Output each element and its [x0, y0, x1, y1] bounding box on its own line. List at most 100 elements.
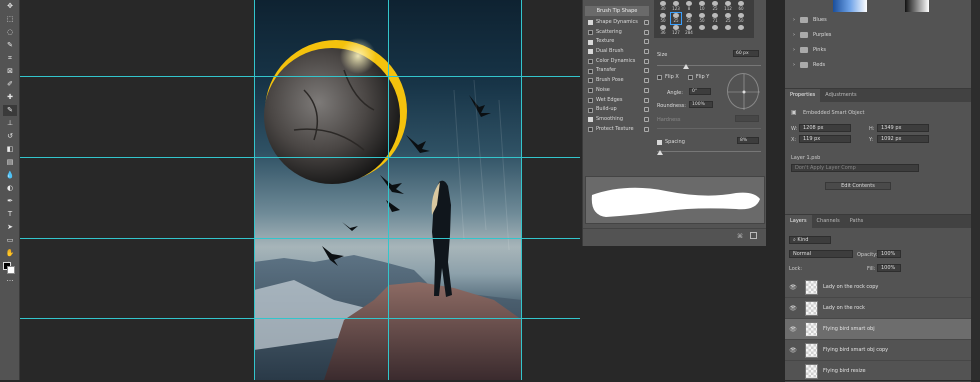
spacing-slider-thumb[interactable]: [657, 150, 663, 155]
swatch-group[interactable]: › Blues: [793, 17, 827, 23]
brush-option-item[interactable]: Shape Dynamics: [585, 18, 649, 28]
brush-tip-preset[interactable]: 284: [684, 25, 694, 36]
size-slider[interactable]: [657, 65, 761, 66]
swatch-group[interactable]: › Pinks: [793, 47, 826, 53]
spacing-field[interactable]: 8%: [737, 137, 759, 144]
roundness-field[interactable]: 100%: [689, 101, 713, 108]
spacing-slider[interactable]: [657, 151, 761, 152]
gradient-icon[interactable]: ▤: [3, 157, 17, 168]
edit-contents-button[interactable]: Edit Contents: [825, 182, 891, 190]
brush-option-item[interactable]: Build-up: [585, 105, 649, 115]
tab-layers[interactable]: Layers: [785, 215, 812, 228]
size-slider-thumb[interactable]: [683, 64, 689, 69]
guide-horizontal[interactable]: [20, 318, 580, 319]
brush-option-item[interactable]: Transfer: [585, 66, 649, 76]
brush-tip-preset[interactable]: [736, 25, 746, 36]
lock-icon[interactable]: [644, 107, 649, 113]
path-select-icon[interactable]: ➤: [3, 222, 17, 233]
brush-option-item[interactable]: Smoothing: [585, 115, 649, 125]
stamp-icon[interactable]: ⊥: [3, 118, 17, 129]
spot-heal-icon[interactable]: ✚: [3, 92, 17, 103]
lock-icon[interactable]: [644, 126, 649, 132]
layer-name[interactable]: Lady on the rock copy: [823, 284, 878, 290]
brush-tip-preset[interactable]: 8: [684, 1, 694, 12]
new-preset-icon[interactable]: [750, 232, 757, 239]
move-icon[interactable]: ✥: [3, 1, 17, 12]
lock-icon[interactable]: [644, 20, 649, 25]
eraser-icon[interactable]: ◧: [3, 144, 17, 155]
brush-tip-preset[interactable]: 50: [697, 13, 707, 24]
dodge-icon[interactable]: ◐: [3, 183, 17, 194]
brush-tip-preset[interactable]: 25: [710, 1, 720, 12]
brush-tip-preset[interactable]: 25: [684, 13, 694, 24]
brush-option-checkbox[interactable]: [588, 88, 593, 94]
lasso-icon[interactable]: ◌: [3, 27, 17, 38]
lock-icon[interactable]: [644, 97, 649, 103]
brush-icon[interactable]: ✎: [3, 105, 17, 116]
toggle-preview-icon[interactable]: ⌘: [737, 233, 743, 240]
layer-name[interactable]: Lady on the rock: [823, 305, 865, 311]
lock-icon[interactable]: [644, 49, 649, 55]
width-field[interactable]: 1208 px: [799, 124, 851, 132]
brush-option-item[interactable]: Color Dynamics: [585, 57, 649, 67]
pen-icon[interactable]: ✒: [3, 196, 17, 207]
lock-icon[interactable]: [644, 68, 649, 74]
brush-tip-grid[interactable]: 30 123 8 10 25 112 60 50 25 25 50 71 25 50 36 127 284: [654, 0, 754, 38]
tab-properties[interactable]: Properties: [785, 89, 821, 102]
eyedropper-icon[interactable]: ✐: [3, 79, 17, 90]
brush-option-checkbox[interactable]: [588, 59, 593, 65]
brush-tip-preset[interactable]: 25: [723, 13, 733, 24]
lock-icon[interactable]: [644, 58, 649, 64]
brush-option-checkbox[interactable]: [588, 126, 593, 132]
layer-row[interactable]: 👁 Lady on the rock copy: [785, 277, 971, 298]
lock-icon[interactable]: [644, 39, 649, 45]
height-field[interactable]: 1349 px: [877, 124, 929, 132]
size-field[interactable]: 60 px: [733, 50, 759, 57]
layer-name[interactable]: Flying bird smart obj copy: [823, 347, 888, 353]
brush-tip-preset[interactable]: 112: [723, 1, 733, 12]
y-field[interactable]: 1092 px: [877, 135, 929, 143]
swatch-group[interactable]: › Reds: [793, 62, 825, 68]
layer-thumbnail[interactable]: [805, 363, 818, 379]
marquee-icon[interactable]: ⬚: [3, 14, 17, 25]
brush-tip-shape-button[interactable]: Brush Tip Shape: [585, 6, 649, 16]
blur-icon[interactable]: 💧: [3, 170, 17, 181]
blend-mode-select[interactable]: Normal: [789, 250, 853, 258]
swatch-strip[interactable]: [833, 0, 867, 12]
guide-vertical[interactable]: [521, 0, 522, 380]
brush-option-checkbox[interactable]: [588, 39, 593, 45]
brush-option-item[interactable]: Protect Texture: [585, 125, 649, 135]
flip-x-checkbox[interactable]: [657, 74, 662, 80]
layer-row[interactable]: Flying bird resize: [785, 361, 971, 382]
brush-tip-preset[interactable]: 123: [671, 1, 681, 12]
type-icon[interactable]: T: [3, 209, 17, 220]
layer-thumbnail[interactable]: [805, 279, 818, 295]
brush-tip-preset[interactable]: [697, 25, 707, 36]
lock-icon[interactable]: [644, 78, 649, 84]
hand-icon[interactable]: ✋: [3, 248, 17, 259]
frame-icon[interactable]: ⊠: [3, 66, 17, 77]
brush-tip-preset[interactable]: 25: [670, 12, 682, 25]
brush-option-checkbox[interactable]: [588, 97, 593, 103]
lock-icon[interactable]: [644, 87, 649, 93]
brush-option-checkbox[interactable]: [588, 20, 593, 26]
brush-tip-preset[interactable]: 127: [671, 25, 681, 36]
brush-option-item[interactable]: Texture: [585, 37, 649, 47]
history-brush-icon[interactable]: ↺: [3, 131, 17, 142]
lock-icon[interactable]: [644, 29, 649, 35]
layer-row[interactable]: 👁 Flying bird smart obj copy: [785, 340, 971, 361]
background-color-swatch[interactable]: [7, 266, 15, 274]
spacing-checkbox[interactable]: [657, 139, 662, 145]
layer-thumbnail[interactable]: [805, 321, 818, 337]
visibility-eye-icon[interactable]: 👁: [788, 326, 798, 333]
layer-thumbnail[interactable]: [805, 300, 818, 316]
guide-vertical[interactable]: [388, 0, 389, 380]
layer-comp-select[interactable]: Don't Apply Layer Comp: [791, 164, 919, 172]
brush-tip-preset[interactable]: 10: [697, 1, 707, 12]
opacity-field[interactable]: 100%: [877, 250, 901, 258]
brush-tip-preset[interactable]: [723, 25, 733, 36]
brush-option-checkbox[interactable]: [588, 117, 593, 123]
layer-name[interactable]: Flying bird smart obj: [823, 326, 875, 332]
visibility-eye-icon[interactable]: 👁: [788, 347, 798, 354]
guide-horizontal[interactable]: [20, 157, 580, 158]
